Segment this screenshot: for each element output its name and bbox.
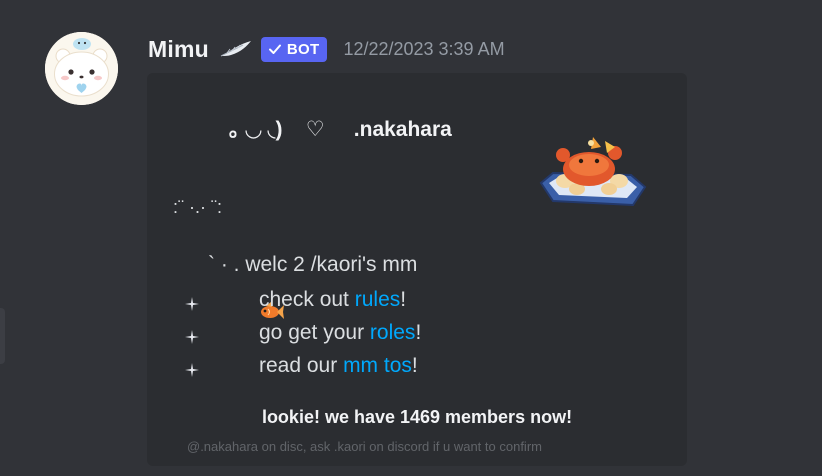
- list-item: go get your roles!: [185, 321, 421, 344]
- sparkle-icon: [185, 359, 199, 377]
- embed-thumbnail[interactable]: [533, 131, 651, 213]
- list-prefix: go get your: [259, 321, 370, 344]
- message-header: Mimu BOT 12/22/2023 3:39 AM: [148, 33, 505, 65]
- roles-link[interactable]: roles: [370, 321, 416, 344]
- embed-title: ｡ ◡ ◟) ♡ .nakahara: [229, 118, 452, 141]
- message-embed: ｡ ◡ ◟) ♡ .nakahara:¨ ·.· ¨: ` · . welc …: [147, 73, 687, 466]
- list-suffix: !: [415, 321, 422, 344]
- message-timestamp[interactable]: 12/22/2023 3:39 AM: [343, 39, 504, 60]
- list-text: check out rules!: [259, 288, 406, 312]
- list-text: go get your roles!: [259, 321, 421, 345]
- welcome-text: ` · . welc 2 /kaori's mm: [208, 253, 418, 276]
- list-item: read our mm tos!: [185, 354, 418, 377]
- list-item: check out rules!: [185, 288, 406, 311]
- rules-link[interactable]: rules: [355, 288, 401, 311]
- member-count-line: lookie! we have 1469 members now!: [261, 407, 573, 427]
- checkmark-icon: [268, 44, 281, 54]
- list-suffix: !: [400, 288, 407, 311]
- sparkle-icon: [185, 293, 199, 311]
- mm-tos-link[interactable]: mm tos: [343, 354, 412, 377]
- goldfish-icon: [210, 277, 284, 319]
- bear-avatar-icon: [45, 32, 118, 105]
- bot-tag-label: BOT: [286, 40, 320, 58]
- list-prefix: read our: [259, 354, 344, 377]
- sparkle-icon: [185, 326, 199, 344]
- crab-dish-icon: [539, 137, 647, 207]
- chat-view: Mimu BOT 12/22/2023 3:39 AM ｡ ◡ ◟) ♡ .na…: [0, 0, 822, 476]
- feather-icon: [219, 38, 253, 60]
- bot-tag: BOT: [260, 36, 328, 62]
- embed-deco-line: :¨ ·.· ¨:: [173, 197, 222, 217]
- username[interactable]: Mimu: [148, 36, 209, 63]
- user-avatar[interactable]: [45, 32, 118, 105]
- list-prefix: check out: [259, 288, 355, 311]
- embed-footer: @.nakahara on disc, ask .kaori on discor…: [187, 439, 542, 454]
- list-suffix: !: [411, 354, 418, 377]
- scroll-handle[interactable]: [0, 308, 5, 364]
- list-text: read our mm tos!: [259, 354, 418, 378]
